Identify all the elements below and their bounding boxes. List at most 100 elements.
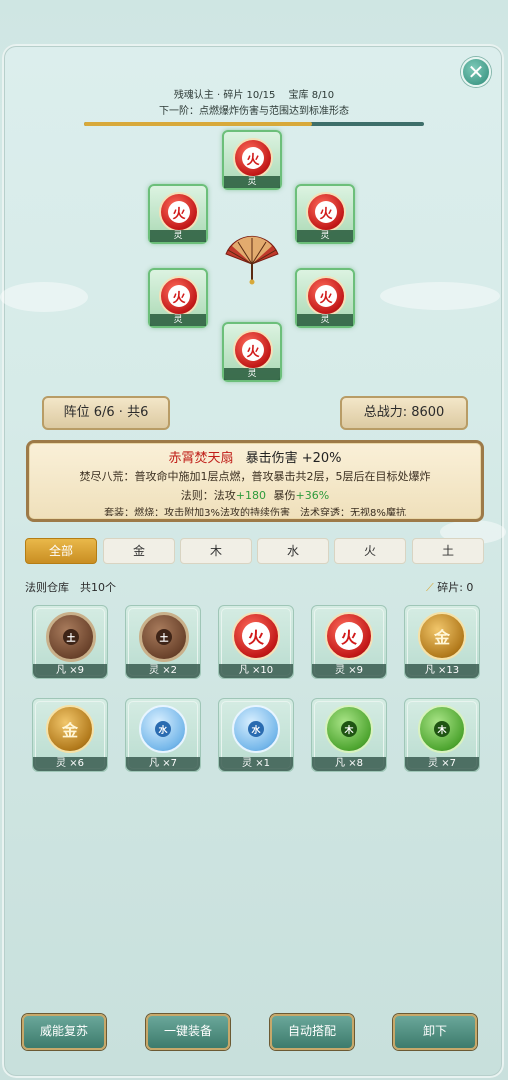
shard-count-text: 碎片: 0 xyxy=(437,581,474,594)
law-card[interactable]: 金 灵 ×6 xyxy=(32,698,108,772)
artifact-set-bonus: 套装：燃烧：攻击附加3%法攻的持续伤害 法术穿透：无视8%魔抗 xyxy=(104,508,406,516)
orb-element: 火 xyxy=(168,285,190,307)
orb-element: 水 xyxy=(155,721,171,737)
tab-metal[interactable]: 金 xyxy=(103,538,175,564)
water-orb-icon: 水 xyxy=(139,705,187,753)
fan-artifact-icon[interactable] xyxy=(222,226,282,286)
shard-icon: ⟋ xyxy=(426,581,434,594)
fire-orb-icon: 火 xyxy=(306,192,346,232)
orb-element: 金 xyxy=(433,628,450,647)
fire-orb-icon: 火 xyxy=(233,138,273,178)
law-card[interactable]: 火 灵 ×9 xyxy=(311,605,387,679)
slot-grade: 灵 xyxy=(224,368,280,380)
formation-count: 阵位 6/6 · 共6 xyxy=(42,396,170,430)
orb-element: 火 xyxy=(315,285,337,307)
artifact-title-line: 赤霄焚天扇 暴击伤害 +20% xyxy=(29,447,481,466)
warehouse-title: 法则仓库 共10个 xyxy=(25,581,116,594)
formation-slot[interactable]: 火 灵 xyxy=(148,268,208,328)
law-card[interactable]: 木 凡 ×8 xyxy=(311,698,387,772)
orb-element: 水 xyxy=(248,721,264,737)
fire-orb-icon: 火 xyxy=(306,276,346,316)
slot-grade: 灵 xyxy=(150,314,206,326)
orb-element: 木 xyxy=(434,721,450,737)
stage-progress-bar xyxy=(84,122,424,126)
orb-element: 木 xyxy=(341,721,357,737)
law-atk: +180 xyxy=(235,489,267,502)
equip-all-button[interactable]: 一键装备 xyxy=(146,1014,230,1050)
artifact-effect: 暴击伤害 +20% xyxy=(245,451,342,466)
wood-orb-icon: 木 xyxy=(325,705,373,753)
tab-all[interactable]: 全部 xyxy=(25,538,97,564)
wood-orb-icon: 木 xyxy=(418,705,466,753)
fire-orb-icon: 火 xyxy=(325,612,373,660)
artifact-law-stats: 法则：法攻+180 暴伤+36% xyxy=(29,487,481,503)
card-grade-count: 灵 ×7 xyxy=(405,757,479,771)
fire-orb-icon: 火 xyxy=(232,612,280,660)
orb-element: 火 xyxy=(168,201,190,223)
tab-water[interactable]: 水 xyxy=(257,538,329,564)
card-grade-count: 凡 ×10 xyxy=(219,664,293,678)
artifact-info-card: 赤霄焚天扇 暴击伤害 +20% 焚尽八荒：普攻命中施加1层点燃，普攻暴击共2层，… xyxy=(26,440,484,522)
orb-element: 火 xyxy=(242,622,270,650)
formation-slot[interactable]: 火 灵 xyxy=(148,184,208,244)
slot-grade: 灵 xyxy=(297,314,353,326)
fire-orb-icon: 火 xyxy=(159,192,199,232)
artifact-name: 赤霄焚天扇 xyxy=(168,451,234,466)
law-prefix: 法则：法攻 xyxy=(180,489,236,502)
slot-grade: 灵 xyxy=(224,176,280,188)
law-card[interactable]: 火 凡 ×10 xyxy=(218,605,294,679)
earth-orb-icon: 土 xyxy=(139,612,189,662)
tab-earth[interactable]: 土 xyxy=(412,538,484,564)
earth-orb-icon: 土 xyxy=(46,612,96,662)
tab-wood[interactable]: 木 xyxy=(180,538,252,564)
orb-element: 金 xyxy=(61,721,78,740)
close-button[interactable]: ✕ xyxy=(461,57,491,87)
total-power: 总战力: 8600 xyxy=(340,396,468,430)
orb-element: 火 xyxy=(315,201,337,223)
artifact-description: 焚尽八荒：普攻命中施加1层点燃，普攻暴击共2层，5层后在目标处爆炸 xyxy=(79,470,431,483)
metal-orb-icon: 金 xyxy=(46,705,94,753)
fire-orb-icon: 火 xyxy=(159,276,199,316)
close-icon: ✕ xyxy=(467,60,485,84)
slot-grade: 灵 xyxy=(150,230,206,242)
slot-grade: 灵 xyxy=(297,230,353,242)
water-orb-icon: 水 xyxy=(232,705,280,753)
cloud-left xyxy=(0,282,88,312)
orb-element: 土 xyxy=(156,629,172,645)
card-grade-count: 灵 ×1 xyxy=(219,757,293,771)
header-next-stage: 下一阶：点燃爆炸伤害与范围达到标准形态 xyxy=(159,106,349,117)
orb-element: 火 xyxy=(242,339,264,361)
card-grade-count: 凡 ×9 xyxy=(33,664,107,678)
card-grade-count: 凡 ×7 xyxy=(126,757,200,771)
law-mid: 暴伤 xyxy=(273,489,296,502)
orb-element: 土 xyxy=(63,629,79,645)
fire-orb-icon: 火 xyxy=(233,330,273,370)
auto-match-button[interactable]: 自动搭配 xyxy=(270,1014,354,1050)
formation-slot[interactable]: 火 灵 xyxy=(295,268,355,328)
formation-slot[interactable]: 火 灵 xyxy=(295,184,355,244)
law-crit: +36% xyxy=(295,489,330,502)
card-grade-count: 凡 ×8 xyxy=(312,757,386,771)
orb-element: 火 xyxy=(335,622,363,650)
shard-count: ⟋ 碎片: 0 xyxy=(426,579,473,595)
card-grade-count: 灵 ×2 xyxy=(126,664,200,678)
formation-slot[interactable]: 火 灵 xyxy=(222,322,282,382)
law-card[interactable]: 木 灵 ×7 xyxy=(404,698,480,772)
cloud-right xyxy=(380,282,500,310)
formation-slot[interactable]: 火 灵 xyxy=(222,130,282,190)
stage-progress-fill xyxy=(84,122,312,126)
card-grade-count: 凡 ×13 xyxy=(405,664,479,678)
revive-power-button[interactable]: 威能复苏 xyxy=(22,1014,106,1050)
law-card[interactable]: 土 灵 ×2 xyxy=(125,605,201,679)
card-grade-count: 灵 ×6 xyxy=(33,757,107,771)
metal-orb-icon: 金 xyxy=(418,612,466,660)
unequip-button[interactable]: 卸下 xyxy=(393,1014,477,1050)
orb-element: 火 xyxy=(242,147,264,169)
header-info: 残魂认主 · 碎片 10/15 宝库 8/10 xyxy=(173,90,335,101)
law-card[interactable]: 土 凡 ×9 xyxy=(32,605,108,679)
law-card[interactable]: 金 凡 ×13 xyxy=(404,605,480,679)
tab-fire[interactable]: 火 xyxy=(334,538,406,564)
card-grade-count: 灵 ×9 xyxy=(312,664,386,678)
law-card[interactable]: 水 灵 ×1 xyxy=(218,698,294,772)
law-card[interactable]: 水 凡 ×7 xyxy=(125,698,201,772)
